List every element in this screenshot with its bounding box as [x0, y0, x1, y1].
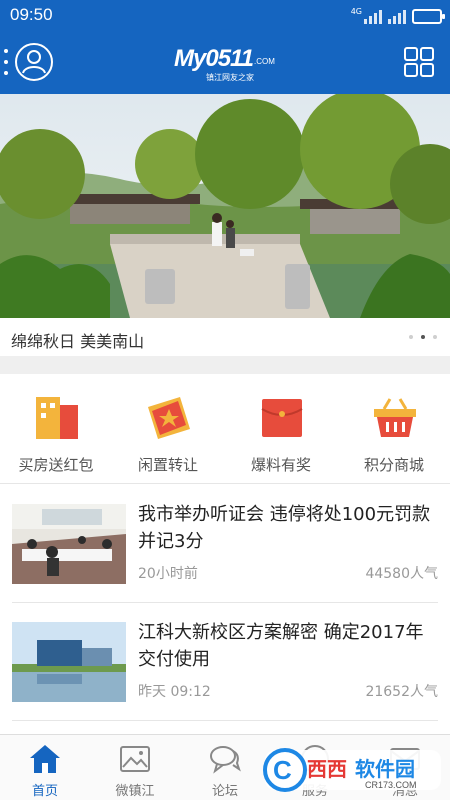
quick-action-idle-transfer[interactable]: 闲置转让 — [112, 374, 224, 484]
quick-action-points-mall[interactable]: 积分商城 — [338, 374, 450, 484]
grid-menu-icon — [404, 47, 434, 77]
svg-text:西西: 西西 — [307, 757, 347, 781]
building-icon — [36, 397, 78, 439]
red-envelope-icon — [261, 399, 303, 437]
banner-caption: 绵绵秋日 美美南山 — [11, 332, 145, 351]
quick-action-label: 买房送红包 — [18, 456, 94, 474]
status-icons: 4G — [350, 6, 445, 24]
logo-subtitle: 镇江网友之家 — [206, 73, 254, 82]
news-thumbnail — [12, 622, 126, 702]
banner-slide-image[interactable] — [0, 94, 450, 318]
news-title: 我市举办听证会 违停将处100元罚款并记3分 — [138, 504, 431, 552]
news-views: 44580人气 — [365, 566, 438, 582]
svg-text:软件园: 软件园 — [355, 757, 415, 781]
shopping-basket-icon — [374, 398, 416, 437]
nav-home[interactable]: 首页 — [0, 735, 90, 800]
quick-action-tip-off[interactable]: 爆料有奖 — [225, 374, 337, 484]
news-views: 21652人气 — [365, 684, 438, 700]
more-dots-icon[interactable] — [3, 49, 9, 75]
news-item[interactable]: 江科大新校区方案解密 确定2017年交付使用 昨天 09:12 21652人气 — [0, 603, 450, 721]
signal-icon — [364, 8, 382, 24]
section-divider — [0, 356, 450, 374]
home-icon — [30, 745, 60, 773]
grid-menu-button[interactable] — [404, 47, 434, 77]
news-time: 20小时前 — [138, 566, 198, 582]
quick-action-label: 爆料有奖 — [250, 456, 311, 474]
app-logo: My0511 .COM 镇江网友之家 — [174, 45, 278, 82]
news-divider — [12, 720, 438, 721]
quick-action-label: 积分商城 — [363, 456, 424, 474]
battery-icon — [412, 9, 445, 24]
status-time: 09:50 — [10, 5, 53, 24]
user-avatar-icon — [15, 43, 53, 81]
quick-actions: 买房送红包 闲置转让 爆料有奖 积分商城 — [0, 374, 450, 484]
svg-text:C: C — [273, 755, 292, 785]
news-thumbnail — [12, 504, 126, 584]
pagination-dot — [433, 335, 437, 339]
logo-main: My0511 — [174, 45, 254, 72]
picture-icon — [120, 746, 150, 772]
pagination-dot-active — [421, 335, 425, 339]
watermark-logo: C 西西 软件园 CR173.COM — [257, 742, 445, 796]
quick-action-label: 闲置转让 — [137, 456, 198, 474]
top-header: My0511 .COM 镇江网友之家 — [0, 30, 450, 94]
news-item[interactable]: 我市举办听证会 违停将处100元罚款并记3分 20小时前 44580人气 — [0, 485, 450, 603]
chat-bubbles-icon — [210, 746, 241, 774]
logo-suffix: .COM — [254, 57, 275, 66]
banner-pagination — [409, 335, 437, 339]
news-title: 江科大新校区方案解密 确定2017年交付使用 — [138, 622, 424, 670]
svg-text:CR173.COM: CR173.COM — [365, 780, 417, 790]
nav-label: 微镇江 — [115, 784, 155, 799]
status-bar: 09:50 4G — [0, 0, 450, 30]
banner-park-image — [0, 94, 450, 318]
quick-action-buy-house[interactable]: 买房送红包 — [0, 374, 112, 484]
signal-icon-2 — [388, 8, 406, 24]
banner-caption-bar: 绵绵秋日 美美南山 — [0, 318, 450, 356]
pagination-dot — [409, 335, 413, 339]
news-time: 昨天 09:12 — [138, 684, 211, 700]
ticket-star-icon — [148, 397, 190, 439]
nav-weizhenjiang[interactable]: 微镇江 — [90, 735, 180, 800]
user-avatar-button[interactable] — [14, 42, 54, 82]
network-type-label: 4G — [350, 7, 362, 16]
nav-label: 首页 — [31, 784, 58, 799]
